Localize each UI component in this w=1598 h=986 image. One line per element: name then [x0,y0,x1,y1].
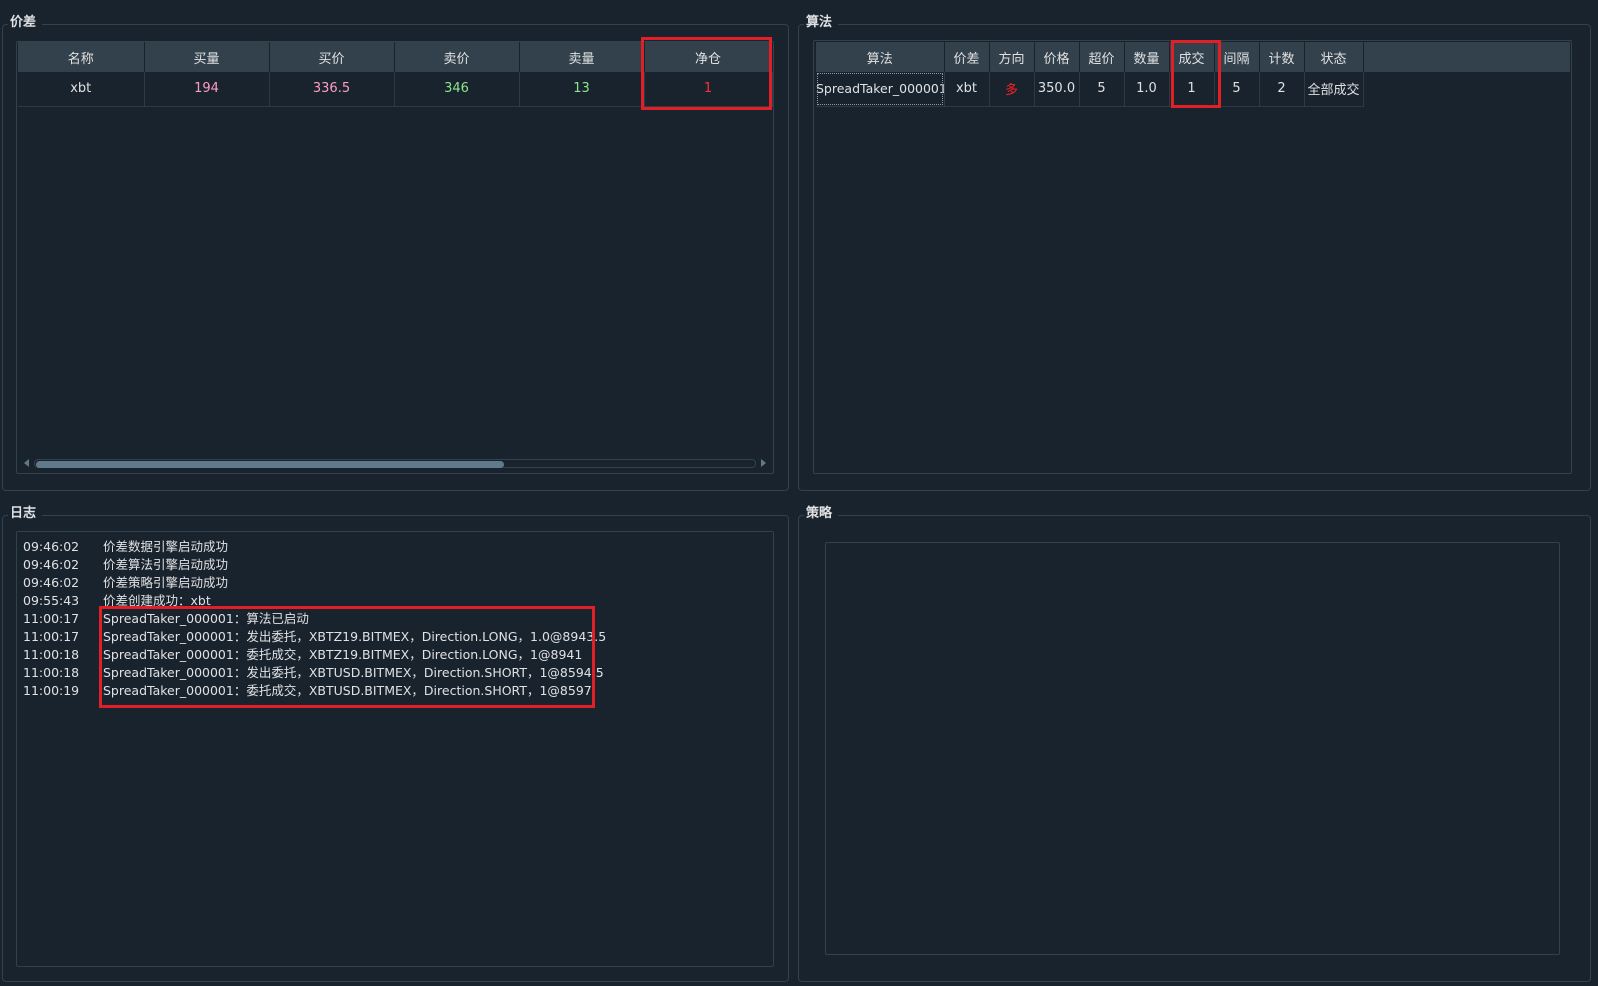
log-time: 11:00:17 [23,629,80,644]
log-message: SpreadTaker_000001：发出委托，XBTZ19.BITMEX，Di… [103,629,607,644]
cell-net-pos[interactable]: 1 [644,72,773,107]
log-time: 11:00:18 [23,647,80,662]
col-header-ask-price[interactable]: 卖价 [394,42,520,72]
log-line: 09:46:02 价差策略引擎启动成功 [23,574,228,592]
cell-payup[interactable]: 5 [1079,72,1125,107]
strategy-panel-title: 策略 [804,506,839,522]
cell-volume[interactable]: 1.0 [1124,72,1170,107]
log-time: 09:46:02 [23,557,80,572]
log-line: 11:00:18 SpreadTaker_000001：委托成交，XBTZ19.B… [23,646,582,664]
log-message: SpreadTaker_000001：算法已启动 [103,611,309,626]
log-line: 09:55:43 价差创建成功：xbt [23,592,211,610]
cell-ask-price[interactable]: 346 [394,72,520,107]
log-message: SpreadTaker_000001：委托成交，XBTZ19.BITMEX，Di… [103,647,583,662]
col-header-direction[interactable]: 方向 [989,42,1035,72]
log-message: SpreadTaker_000001：发出委托，XBTUSD.BITMEX，Di… [103,665,604,680]
log-line: 11:00:17 SpreadTaker_000001：发出委托，XBTZ19.B… [23,628,606,646]
log-message: SpreadTaker_000001：委托成交，XBTUSD.BITMEX，Di… [103,683,592,698]
col-header-algo[interactable]: 算法 [816,42,945,72]
col-header-bid-volume[interactable]: 买量 [144,42,270,72]
col-header-bid-price[interactable]: 买价 [269,42,395,72]
col-header-spread[interactable]: 价差 [944,42,990,72]
spread-table-header: 名称 买量 买价 卖价 卖量 净仓 [18,42,773,72]
cell-traded[interactable]: 1 [1169,72,1215,107]
col-header-net-pos[interactable]: 净仓 [644,42,773,72]
spread-panel-title: 价差 [8,15,43,31]
log-time: 11:00:17 [23,611,80,626]
spread-table: 名称 买量 买价 卖价 卖量 净仓 xbt 194 336.5 346 13 1 [18,42,773,107]
table-row[interactable]: SpreadTaker_000001 xbt 多 350.0 5 1.0 1 5… [816,72,1364,107]
log-line: 09:46:02 价差数据引擎启动成功 [23,538,228,556]
cell-name[interactable]: xbt [18,72,145,107]
col-header-name[interactable]: 名称 [18,42,145,72]
col-header-price[interactable]: 价格 [1034,42,1080,72]
log-time: 11:00:19 [23,683,80,698]
log-time: 09:55:43 [23,593,80,608]
table-row[interactable]: xbt 194 336.5 346 13 1 [18,72,773,107]
cell-algo-name[interactable]: SpreadTaker_000001 [816,72,945,107]
scroll-thumb[interactable] [36,461,504,468]
log-panel-title: 日志 [8,506,43,522]
log-message: 价差数据引擎启动成功 [103,539,229,554]
cell-price[interactable]: 350.0 [1034,72,1080,107]
col-header-count[interactable]: 计数 [1259,42,1305,72]
col-header-traded[interactable]: 成交 [1169,42,1215,72]
strategy-area[interactable] [825,542,1560,955]
cell-direction[interactable]: 多 [989,72,1035,107]
log-time: 09:46:02 [23,575,80,590]
col-header-status[interactable]: 状态 [1304,42,1364,72]
log-textbox[interactable]: 09:46:02 价差数据引擎启动成功 09:46:02 价差算法引擎启动成功 09… [16,531,774,967]
cell-bid-volume[interactable]: 194 [144,72,270,107]
scroll-track[interactable] [34,459,756,468]
cell-count[interactable]: 2 [1259,72,1305,107]
cell-spread[interactable]: xbt [944,72,990,107]
log-time: 11:00:18 [23,665,80,680]
log-line: 11:00:18 SpreadTaker_000001：发出委托，XBTUSD.B… [23,664,604,682]
spread-table-hscrollbar[interactable] [20,456,770,470]
log-line: 11:00:19 SpreadTaker_000001：委托成交，XBTUSD.B… [23,682,592,700]
algo-panel-title: 算法 [804,15,839,31]
col-header-ask-volume[interactable]: 卖量 [519,42,645,72]
cell-ask-volume[interactable]: 13 [519,72,645,107]
col-header-payup[interactable]: 超价 [1079,42,1125,72]
algo-table: 算法 价差 方向 价格 超价 数量 成交 间隔 计数 状态 SpreadTake… [816,42,1364,107]
log-message: 价差创建成功：xbt [103,593,211,608]
log-message: 价差算法引擎启动成功 [103,557,229,572]
log-line: 09:46:02 价差算法引擎启动成功 [23,556,228,574]
cell-bid-price[interactable]: 336.5 [269,72,395,107]
scroll-right-icon[interactable] [761,459,766,467]
log-line: 11:00:17 SpreadTaker_000001：算法已启动 [23,610,309,628]
cell-interval[interactable]: 5 [1214,72,1260,107]
col-header-interval[interactable]: 间隔 [1214,42,1260,72]
log-time: 09:46:02 [23,539,80,554]
algo-table-header: 算法 价差 方向 价格 超价 数量 成交 间隔 计数 状态 [816,42,1364,72]
scroll-left-icon[interactable] [24,459,29,467]
col-header-volume[interactable]: 数量 [1124,42,1170,72]
cell-status[interactable]: 全部成交 [1304,72,1364,107]
log-message: 价差策略引擎启动成功 [103,575,229,590]
